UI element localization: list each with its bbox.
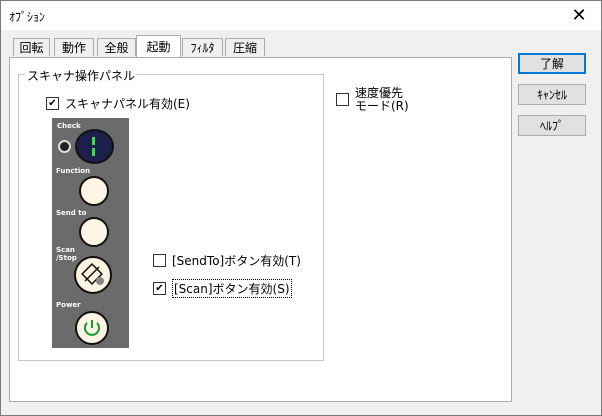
tab-operation[interactable]: 動作 [54,38,94,56]
sendto-enable-checkbox[interactable]: [SendTo]ボタン有効(T) [153,252,301,269]
cancel-button[interactable]: ｷｬﾝｾﾙ [518,84,586,105]
speed-priority-checkbox[interactable]: 速度優先 モード(R) [336,87,409,113]
display-digit [92,148,95,156]
scan-stop-icon [81,263,104,285]
scan-stop-button [74,256,112,294]
group-label: スキャナ操作パネル [25,67,138,84]
send-to-button [79,217,109,247]
scanner-panel-image: Check Function Send to Scan /Stop Power [52,118,129,348]
tab-label: 起動 [146,40,171,54]
tab-label: 回転 [19,41,44,55]
tab-compression[interactable]: 圧縮 [225,38,265,56]
stop-label: /Stop [56,254,77,262]
scan-label: Scan [56,246,75,254]
check-label: Check [57,122,81,130]
checkbox-box [153,254,166,267]
display-digit [92,137,95,145]
close-button[interactable]: ✕ [557,1,601,30]
tab-label: 全般 [104,41,129,55]
power-button [75,311,109,345]
scanner-panel-enable-checkbox[interactable]: スキャナパネル有効(E) [46,95,190,112]
tab-label: 圧縮 [232,41,257,55]
help-button[interactable]: ﾍﾙﾌﾟ [518,115,586,136]
checkbox-label: 速度優先 モード(R) [355,87,409,113]
checkbox-label: [Scan]ボタン有効(S) [172,279,292,298]
send-to-label: Send to [56,209,87,217]
indicator-lamp [58,140,71,153]
power-icon [84,320,100,336]
label-line2: モード(R) [355,99,409,113]
title-bar: ｵﾌﾟｼｮﾝ ✕ [1,1,601,30]
checkbox-box [46,97,59,110]
tab-rotate[interactable]: 回転 [13,38,50,56]
checkbox-label: スキャナパネル有効(E) [65,97,190,111]
display-screen [75,129,114,164]
tab-label: 動作 [61,41,86,55]
power-label: Power [56,301,81,309]
close-icon: ✕ [571,5,587,26]
checkbox-label: [SendTo]ボタン有効(T) [172,254,301,268]
tab-startup[interactable]: 起動 [136,35,181,57]
ok-button[interactable]: 了解 [518,53,586,74]
tab-label: ﾌｨﾙﾀ [190,41,215,55]
checkbox-box [153,282,166,295]
options-dialog: ｵﾌﾟｼｮﾝ ✕ 回転 動作 全般 起動 ﾌｨﾙﾀ 圧縮 スキャナ操作パネル ス… [0,0,602,416]
window-title: ｵﾌﾟｼｮﾝ [9,10,46,24]
tab-general[interactable]: 全般 [97,38,136,56]
checkbox-box [336,93,349,106]
scan-enable-checkbox[interactable]: [Scan]ボタン有効(S) [153,279,292,298]
function-label: Function [56,167,91,175]
tab-filter[interactable]: ﾌｨﾙﾀ [182,38,223,56]
scan-stop-label: Scan /Stop [56,246,77,262]
function-button [79,176,109,206]
